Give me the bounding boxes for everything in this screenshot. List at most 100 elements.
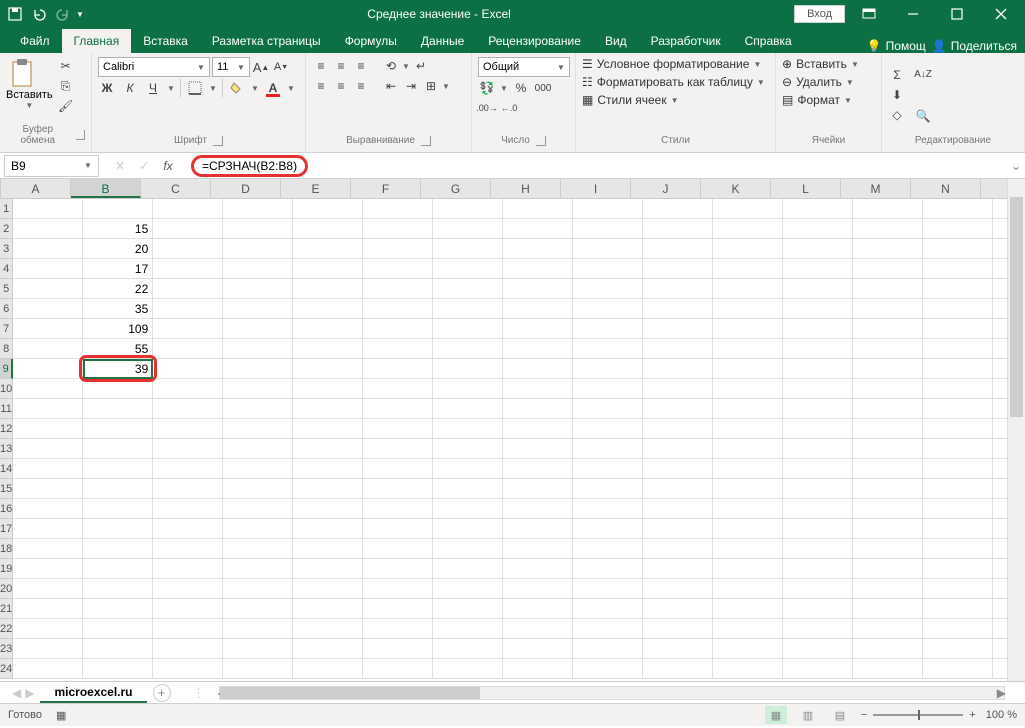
tab-help[interactable]: Справка: [733, 29, 804, 53]
maximize-icon[interactable]: [937, 0, 977, 28]
cell-F3[interactable]: [363, 239, 433, 259]
col-header-K[interactable]: K: [701, 179, 771, 198]
cell-E19[interactable]: [293, 559, 363, 579]
cell-A11[interactable]: [13, 399, 83, 419]
cell-G9[interactable]: [433, 359, 503, 379]
cell-O5[interactable]: [993, 279, 1007, 299]
cell-A13[interactable]: [13, 439, 83, 459]
cell-N8[interactable]: [923, 339, 993, 359]
col-header-L[interactable]: L: [771, 179, 841, 198]
cell-J5[interactable]: [643, 279, 713, 299]
row-header-7[interactable]: 7: [0, 319, 13, 339]
cell-B17[interactable]: [83, 519, 153, 539]
cell-O1[interactable]: [993, 199, 1007, 219]
cell-F14[interactable]: [363, 459, 433, 479]
cell-H10[interactable]: [503, 379, 573, 399]
cell-M6[interactable]: [853, 299, 923, 319]
increase-decimal-icon[interactable]: .00→: [478, 99, 496, 117]
cell-H18[interactable]: [503, 539, 573, 559]
cell-F21[interactable]: [363, 599, 433, 619]
cell-H9[interactable]: [503, 359, 573, 379]
cell-E23[interactable]: [293, 639, 363, 659]
cell-M24[interactable]: [853, 659, 923, 679]
row-header-17[interactable]: 17: [0, 519, 13, 539]
insert-function-icon[interactable]: fx: [159, 159, 177, 173]
cell-A9[interactable]: [13, 359, 83, 379]
cell-J17[interactable]: [643, 519, 713, 539]
cell-F18[interactable]: [363, 539, 433, 559]
comma-icon[interactable]: 000: [534, 79, 552, 97]
cell-F7[interactable]: [363, 319, 433, 339]
cell-I6[interactable]: [573, 299, 643, 319]
cell-K2[interactable]: [713, 219, 783, 239]
cell-I1[interactable]: [573, 199, 643, 219]
cell-J8[interactable]: [643, 339, 713, 359]
cell-C24[interactable]: [153, 659, 223, 679]
cell-E6[interactable]: [293, 299, 363, 319]
cell-A6[interactable]: [13, 299, 83, 319]
col-header-O[interactable]: O: [981, 179, 1007, 198]
chevron-down-icon[interactable]: ▼: [500, 84, 508, 93]
cell-C20[interactable]: [153, 579, 223, 599]
cell-K21[interactable]: [713, 599, 783, 619]
cell-M10[interactable]: [853, 379, 923, 399]
align-middle-icon[interactable]: ≡: [332, 57, 350, 75]
add-sheet-button[interactable]: +: [153, 684, 171, 702]
cell-N6[interactable]: [923, 299, 993, 319]
cell-B16[interactable]: [83, 499, 153, 519]
cell-L1[interactable]: [783, 199, 853, 219]
signin-button[interactable]: Вход: [794, 5, 845, 23]
row-header-1[interactable]: 1: [0, 199, 13, 219]
cell-C5[interactable]: [153, 279, 223, 299]
sheet-prev-icon[interactable]: ◀: [12, 686, 21, 700]
cell-L21[interactable]: [783, 599, 853, 619]
cell-A16[interactable]: [13, 499, 83, 519]
cell-D17[interactable]: [223, 519, 293, 539]
cell-N5[interactable]: [923, 279, 993, 299]
row-header-20[interactable]: 20: [0, 579, 13, 599]
wrap-text-icon[interactable]: ↵: [412, 57, 430, 75]
cell-K11[interactable]: [713, 399, 783, 419]
cell-H5[interactable]: [503, 279, 573, 299]
row-header-3[interactable]: 3: [0, 239, 13, 259]
cell-M19[interactable]: [853, 559, 923, 579]
cell-M18[interactable]: [853, 539, 923, 559]
cell-B5[interactable]: 22: [83, 279, 153, 299]
cell-B3[interactable]: 20: [83, 239, 153, 259]
cell-A12[interactable]: [13, 419, 83, 439]
cell-O12[interactable]: [993, 419, 1007, 439]
cell-O21[interactable]: [993, 599, 1007, 619]
cell-E20[interactable]: [293, 579, 363, 599]
zoom-in-icon[interactable]: +: [969, 709, 975, 721]
cell-E16[interactable]: [293, 499, 363, 519]
qat-dropdown-icon[interactable]: ▼: [76, 3, 84, 25]
cell-I13[interactable]: [573, 439, 643, 459]
find-icon[interactable]: 🔍: [914, 107, 932, 125]
cell-E14[interactable]: [293, 459, 363, 479]
cell-N4[interactable]: [923, 259, 993, 279]
cell-L3[interactable]: [783, 239, 853, 259]
cell-C19[interactable]: [153, 559, 223, 579]
cell-F1[interactable]: [363, 199, 433, 219]
italic-button[interactable]: К: [121, 79, 139, 97]
cell-O13[interactable]: [993, 439, 1007, 459]
cell-N15[interactable]: [923, 479, 993, 499]
cell-L2[interactable]: [783, 219, 853, 239]
cell-N1[interactable]: [923, 199, 993, 219]
cell-L24[interactable]: [783, 659, 853, 679]
row-header-2[interactable]: 2: [0, 219, 13, 239]
cell-I16[interactable]: [573, 499, 643, 519]
tab-formulas[interactable]: Формулы: [333, 29, 409, 53]
cell-M23[interactable]: [853, 639, 923, 659]
cell-G22[interactable]: [433, 619, 503, 639]
cell-M21[interactable]: [853, 599, 923, 619]
cell-A22[interactable]: [13, 619, 83, 639]
fill-color-icon[interactable]: [228, 79, 246, 97]
cell-C6[interactable]: [153, 299, 223, 319]
cell-L7[interactable]: [783, 319, 853, 339]
cell-G21[interactable]: [433, 599, 503, 619]
cell-B19[interactable]: [83, 559, 153, 579]
format-cells-button[interactable]: ▤Формат▼: [782, 93, 875, 107]
cell-C14[interactable]: [153, 459, 223, 479]
indent-decrease-icon[interactable]: ⇤: [382, 77, 400, 95]
